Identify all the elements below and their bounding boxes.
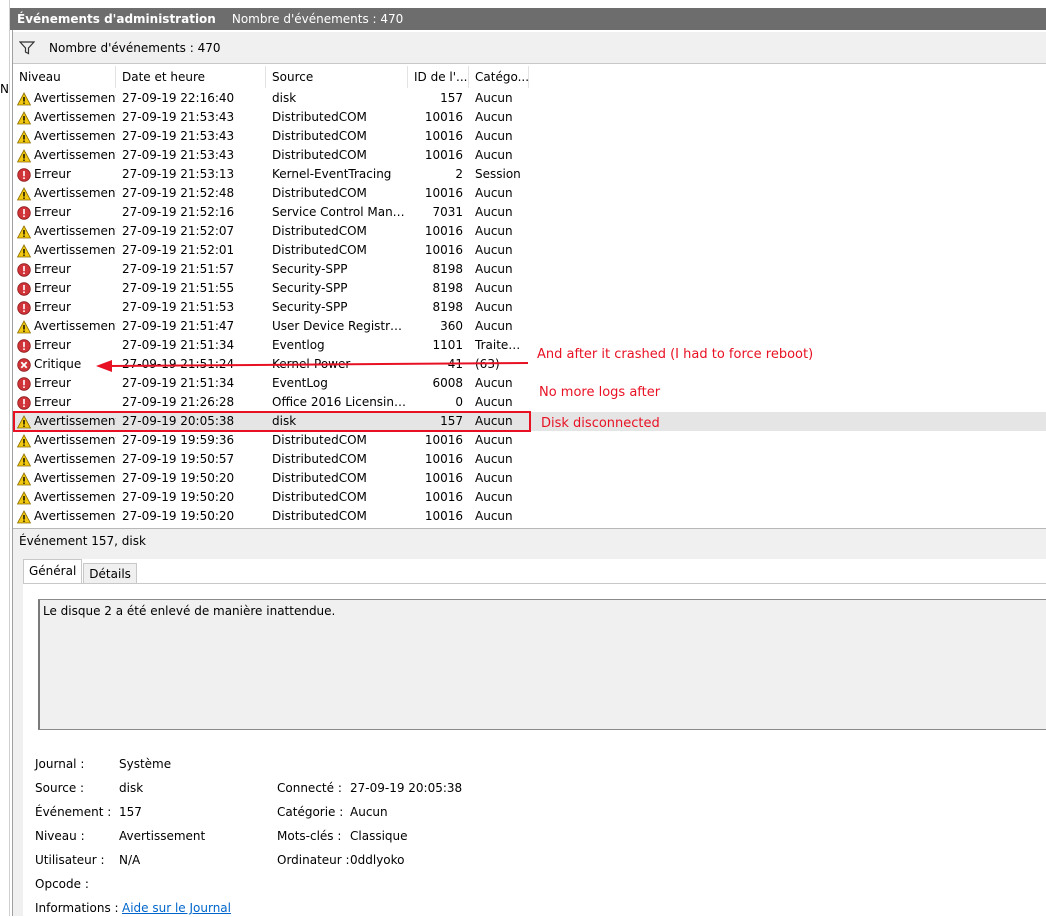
annotation-no-logs: No more logs after (539, 385, 661, 400)
annotation-arrow (96, 360, 529, 372)
annotation-crash: And after it crashed (I had to force reb… (537, 347, 814, 362)
annotation-disk: Disk disconnected (541, 416, 660, 431)
